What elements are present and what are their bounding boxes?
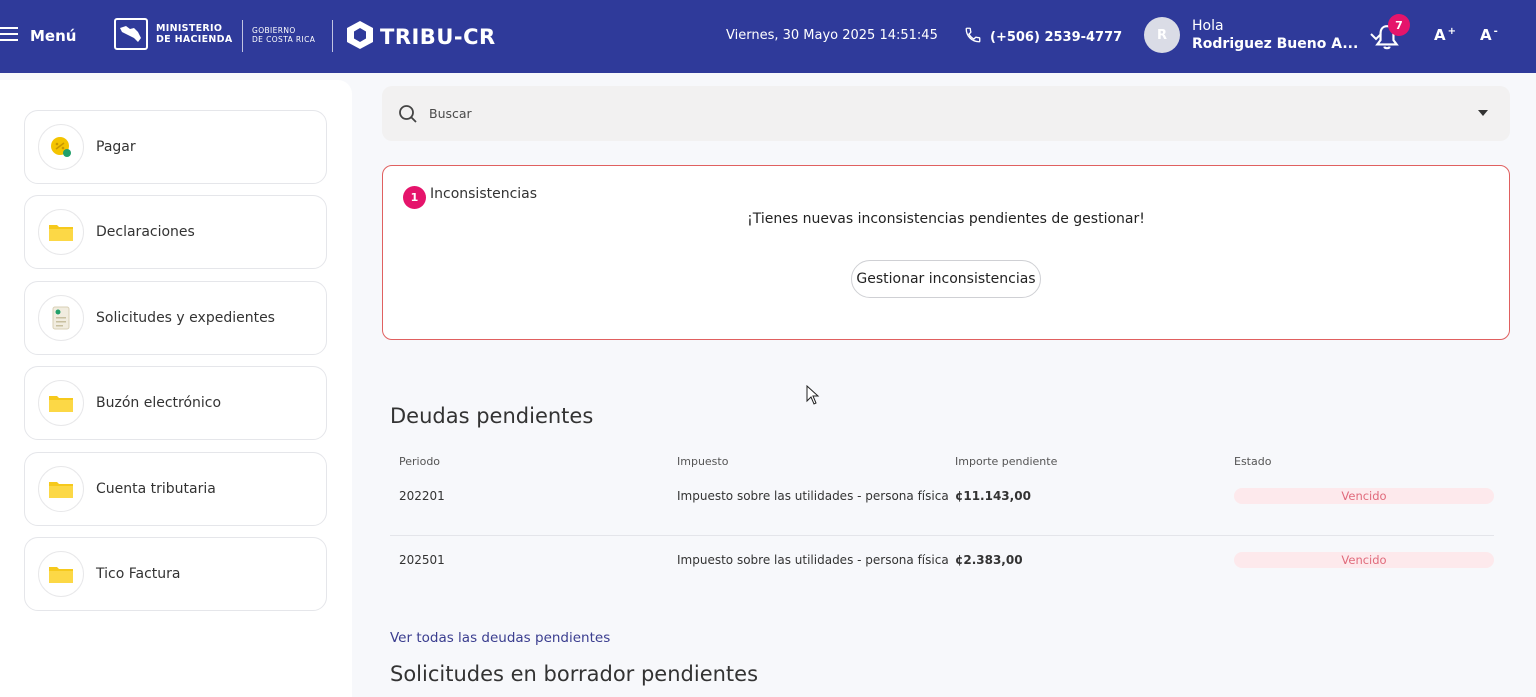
column-header-importe: Importe pendiente xyxy=(955,455,1058,468)
sidebar-item-label: Declaraciones xyxy=(96,224,195,240)
cell-importe: ¢2.383,00 xyxy=(955,553,1023,567)
folder-icon xyxy=(38,380,84,426)
top-header: Menú MINISTERIO DE HACIENDA GOBIERNO DE … xyxy=(0,0,1536,73)
search-placeholder: Buscar xyxy=(429,106,472,121)
gobierno-logo: GOBIERNO DE COSTA RICA xyxy=(252,26,315,44)
notification-count-badge: 7 xyxy=(1388,14,1410,36)
sidebar-item-declaraciones[interactable]: Declaraciones xyxy=(24,195,327,269)
sidebar-item-solicitudes[interactable]: Solicitudes y expedientes xyxy=(24,281,327,355)
phone-icon xyxy=(964,26,982,48)
sidebar: Pagar Declaraciones Solicitudes y expedi… xyxy=(0,80,352,697)
menu-button[interactable]: Menú xyxy=(0,24,76,48)
phone-number: (+506) 2539-4777 xyxy=(990,29,1123,45)
search-bar[interactable]: Buscar xyxy=(382,86,1510,141)
view-all-deudas-link[interactable]: Ver todas las deudas pendientes xyxy=(390,630,610,646)
increase-font-label: A xyxy=(1434,26,1446,44)
status-badge: Vencido xyxy=(1234,552,1494,568)
greeting: Hola xyxy=(1192,18,1224,34)
increase-font-button[interactable]: A + xyxy=(1434,26,1456,44)
avatar: R xyxy=(1144,17,1180,53)
status-badge: Vencido xyxy=(1234,488,1494,504)
logo-divider xyxy=(242,20,243,52)
column-header-periodo: Periodo xyxy=(399,455,441,468)
decrease-font-label: A xyxy=(1480,26,1492,44)
gobierno-line-2: DE COSTA RICA xyxy=(252,35,316,44)
menu-label: Menú xyxy=(30,27,77,45)
user-name: Rodriguez Bueno A... xyxy=(1192,36,1359,52)
gestionar-inconsistencias-button[interactable]: Gestionar inconsistencias xyxy=(851,260,1041,298)
mouse-cursor-icon xyxy=(806,384,820,409)
user-menu[interactable]: R Hola Rodriguez Bueno A... xyxy=(1144,17,1382,53)
hamburger-icon xyxy=(0,26,20,46)
notifications-button[interactable]: 7 xyxy=(1374,14,1410,52)
cell-impuesto: Impuesto sobre las utilidades - persona … xyxy=(677,489,949,503)
sidebar-item-tico-factura[interactable]: Tico Factura xyxy=(24,537,327,611)
pay-coin-icon xyxy=(38,124,84,170)
logo-divider-2 xyxy=(332,20,333,52)
decrease-font-sup: - xyxy=(1493,26,1498,37)
sidebar-item-label: Tico Factura xyxy=(96,566,181,582)
inconsistencias-message: ¡Tienes nuevas inconsistencias pendiente… xyxy=(747,211,1145,227)
sidebar-item-label: Cuenta tributaria xyxy=(96,481,216,497)
folder-icon xyxy=(38,209,84,255)
cell-periodo: 202201 xyxy=(399,489,445,503)
row-divider xyxy=(390,535,1494,536)
ministerio-hacienda-logo: MINISTERIO DE HACIENDA xyxy=(114,18,232,50)
sidebar-item-label: Solicitudes y expedientes xyxy=(96,310,275,326)
brand-name: TRIBU-CR xyxy=(380,25,496,49)
cell-impuesto: Impuesto sobre las utilidades - persona … xyxy=(677,553,949,567)
hexagon-logo-icon xyxy=(346,20,374,54)
phone-contact[interactable]: (+506) 2539-4777 xyxy=(964,26,1122,48)
decrease-font-button[interactable]: A- xyxy=(1480,26,1498,44)
dropdown-caret-icon[interactable] xyxy=(1478,110,1488,116)
costa-rica-map-icon xyxy=(114,18,148,50)
current-datetime: Viernes, 30 Mayo 2025 14:51:45 xyxy=(726,28,938,43)
increase-font-sup: + xyxy=(1447,26,1456,37)
sidebar-item-label: Buzón electrónico xyxy=(96,395,222,411)
solicitudes-title: Solicitudes en borrador pendientes xyxy=(390,662,759,686)
inconsistencias-title: Inconsistencias xyxy=(430,186,538,202)
column-header-impuesto: Impuesto xyxy=(677,455,729,468)
inconsistencias-count-badge: 1 xyxy=(403,186,426,209)
folder-icon xyxy=(38,466,84,512)
ministry-line-1: MINISTERIO xyxy=(156,23,223,34)
cell-importe: ¢11.143,00 xyxy=(955,489,1031,503)
sidebar-item-buzon[interactable]: Buzón electrónico xyxy=(24,366,327,440)
cell-periodo: 202501 xyxy=(399,553,445,567)
search-icon xyxy=(398,104,418,124)
ministry-line-2: DE HACIENDA xyxy=(156,34,233,45)
column-header-estado: Estado xyxy=(1234,455,1272,468)
document-icon xyxy=(38,295,84,341)
gobierno-line-1: GOBIERNO xyxy=(252,26,296,35)
deudas-title: Deudas pendientes xyxy=(390,404,594,428)
folder-icon xyxy=(38,551,84,597)
sidebar-item-label: Pagar xyxy=(96,139,136,155)
sidebar-item-pagar[interactable]: Pagar xyxy=(24,110,327,184)
tribu-cr-logo[interactable]: TRIBU-CR xyxy=(346,20,496,54)
inconsistencias-card: 1 Inconsistencias ¡Tienes nuevas inconsi… xyxy=(382,165,1510,340)
sidebar-item-cuenta-tributaria[interactable]: Cuenta tributaria xyxy=(24,452,327,526)
